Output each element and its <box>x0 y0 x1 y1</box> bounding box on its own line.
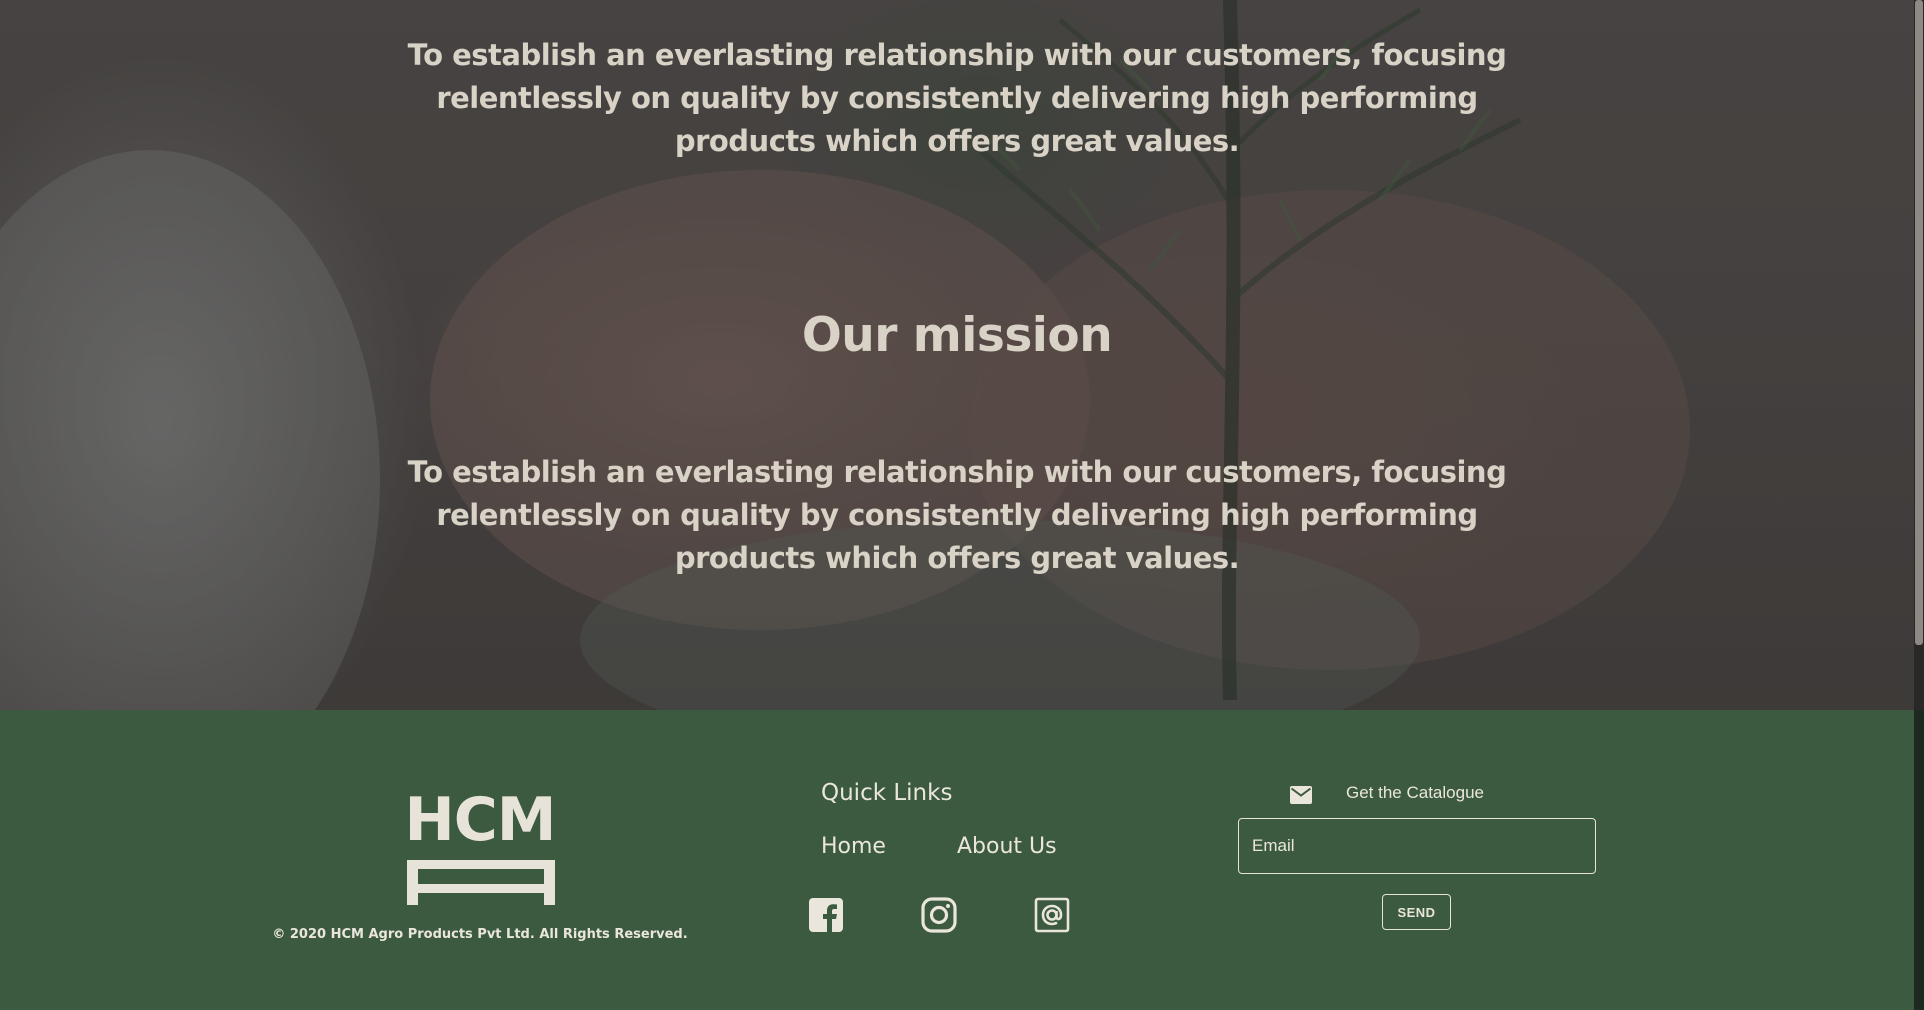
catalogue-email-input[interactable] <box>1238 818 1596 874</box>
instagram-icon[interactable] <box>920 896 958 934</box>
site-footer: HCM © 2020 HCM Agro Products Pvt Ltd. Al… <box>0 710 1914 1010</box>
copyright-text: © 2020 HCM Agro Products Pvt Ltd. All Ri… <box>272 927 688 942</box>
mission-statement-text: To establish an everlasting relationship… <box>407 455 1507 575</box>
at-sign-icon[interactable] <box>1033 896 1071 934</box>
send-button[interactable]: SEND <box>1382 894 1451 930</box>
mission-hero-section: To establish an everlasting relationship… <box>0 0 1924 710</box>
footer-edge <box>1914 710 1924 1010</box>
facebook-icon[interactable] <box>807 896 845 934</box>
footer-link-home[interactable]: Home <box>821 834 886 859</box>
hcm-logo: HCM <box>404 787 556 905</box>
page-scrollbar[interactable] <box>1914 0 1924 710</box>
mission-intro-text: To establish an everlasting relationship… <box>407 38 1507 158</box>
logo-text: HCM <box>404 785 557 855</box>
scrollbar-thumb[interactable] <box>1915 0 1923 645</box>
catalogue-label: Get the Catalogue <box>1346 783 1484 802</box>
mission-heading: Our mission <box>801 308 1113 363</box>
footer-link-about-us[interactable]: About Us <box>957 834 1057 859</box>
envelope-icon <box>1290 786 1312 804</box>
page: To establish an everlasting relationship… <box>0 0 1924 1010</box>
quick-links-heading: Quick Links <box>821 780 953 806</box>
bench-logo-icon <box>407 860 555 905</box>
